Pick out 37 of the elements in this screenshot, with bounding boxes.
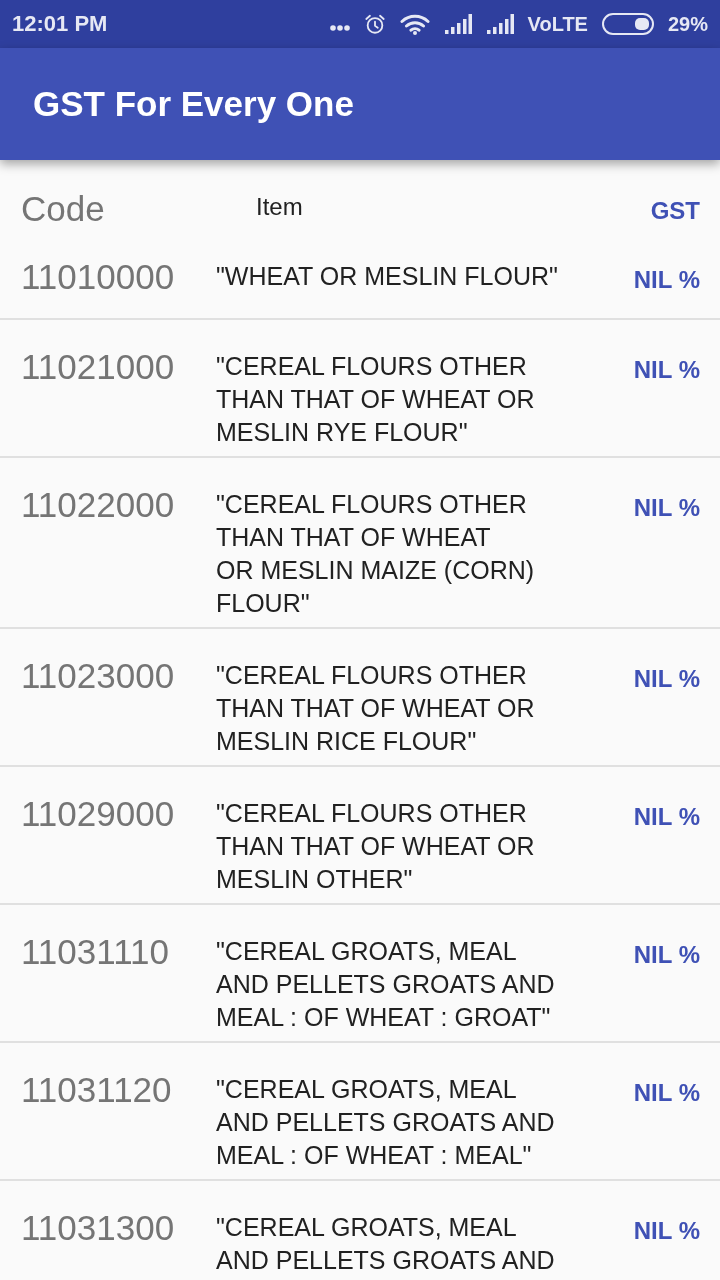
battery-icon bbox=[601, 13, 654, 35]
gst-rate-cell-text: NIL % bbox=[633, 355, 700, 385]
code-cell: 11023000 bbox=[21, 655, 175, 696]
column-header: Item bbox=[255, 192, 304, 222]
status-time: 12:01 PM bbox=[12, 11, 108, 37]
code-cell: 11022000 bbox=[21, 484, 175, 525]
code-cell: 11029000 bbox=[21, 793, 175, 834]
signal-icon bbox=[485, 14, 514, 34]
column-header: GST bbox=[649, 196, 700, 226]
code-cell: 11021000 bbox=[21, 346, 175, 387]
gst-rate-cell-text: NIL % bbox=[633, 802, 700, 832]
gst-rate-cell-text: NIL % bbox=[633, 493, 700, 523]
code-cell: 11031110 bbox=[21, 931, 169, 972]
more-dots-icon bbox=[329, 25, 350, 31]
item-cell-text: "CEREAL FLOURS OTHER THAN THAT OF WHEAT OR MESLIN RYE FLOUR" bbox=[216, 351, 536, 448]
gst-rate-cell-text: NIL % bbox=[633, 1216, 700, 1246]
item-cell-text: "CEREAL GROATS, MEAL AND PELLETS GROATS AND bbox=[216, 1212, 556, 1276]
gst-rate-cell-text: NIL % bbox=[633, 265, 700, 295]
item-cell-text: "CEREAL GROATS, MEAL AND PELLETS GROATS AND MEAL : OF WHEAT : MEAL" bbox=[216, 1074, 556, 1171]
item-cell-text: "CEREAL FLOURS OTHER THAN THAT OF WHEAT OR MESLIN OTHER" bbox=[216, 798, 536, 895]
code-cell: 11010000 bbox=[21, 256, 175, 297]
alarm-clock-icon bbox=[363, 13, 386, 35]
item-cell-text: "CEREAL GROATS, MEAL AND PELLETS GROATS AND MEAL : OF WHEAT : GROAT" bbox=[216, 936, 556, 1033]
code-cell: 11031120 bbox=[21, 1069, 172, 1110]
item-cell-text: "WHEAT OR MESLIN FLOUR" bbox=[216, 261, 558, 292]
column-header: Code bbox=[21, 190, 106, 228]
gst-rate-cell-text: NIL % bbox=[633, 1078, 700, 1108]
network-type-label: VoLTE bbox=[527, 12, 588, 36]
code-cell: 11031300 bbox=[21, 1207, 175, 1248]
item-cell-text: "CEREAL FLOURS OTHER THAN THAT OF WHEAT OR MESLIN RICE FLOUR" bbox=[216, 660, 536, 757]
gst-rate-cell-text: NIL % bbox=[633, 940, 700, 970]
signal-icon bbox=[443, 14, 472, 34]
app-title: GST For Every One bbox=[33, 83, 354, 125]
gst-rate-cell-text: NIL % bbox=[633, 664, 700, 694]
battery-percent: 29% bbox=[667, 12, 708, 36]
wifi-icon bbox=[399, 13, 430, 35]
item-cell-text: "CEREAL FLOURS OTHER THAN THAT OF WHEAT OR MESLIN MAIZE (CORN) FLOUR" bbox=[216, 489, 536, 619]
